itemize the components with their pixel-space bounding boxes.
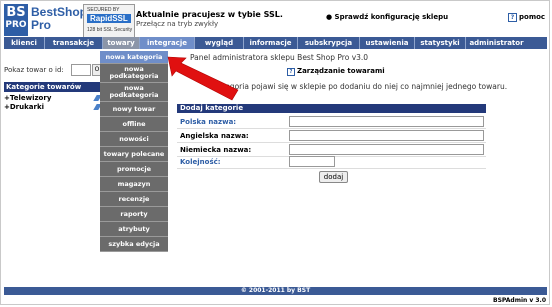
menu-reports[interactable]: raporty xyxy=(100,207,168,222)
version-label: BSPAdmin v 3.0 xyxy=(493,297,546,304)
help-icon: ? xyxy=(287,68,295,76)
bestshop-logo[interactable]: BS PRO BestShop Pro xyxy=(4,4,87,36)
ssl-badge-brand: RapidSSL xyxy=(87,14,131,23)
help-icon: ? xyxy=(508,13,517,22)
logo-mark: BS PRO xyxy=(4,4,28,36)
menu-quick-edit[interactable]: szybka edycja xyxy=(100,237,168,252)
ssl-badge-bits: 128 bit SSL Security xyxy=(87,27,133,33)
help-link[interactable]: ? pomoc xyxy=(508,13,545,22)
nav-transakcje[interactable]: transakcje xyxy=(45,37,103,49)
menu-new-category[interactable]: nowa kategoria xyxy=(100,51,168,64)
nav-informacje[interactable]: informacje xyxy=(244,37,298,49)
menu-promotions[interactable]: promocje xyxy=(100,162,168,177)
product-management-link[interactable]: ? Zarządzanie towarami xyxy=(287,67,385,76)
nav-administrator[interactable]: administrator xyxy=(466,37,527,49)
menu-attributes[interactable]: atrybuty xyxy=(100,222,168,237)
english-name-input[interactable] xyxy=(289,130,484,141)
footer-bar: © 2001-2011 by BST xyxy=(4,287,547,295)
category-item[interactable]: +Drukarki xyxy=(4,103,44,111)
towary-dropdown-menu: nowa kategoria nowa podkategoria nowa po… xyxy=(100,51,168,252)
red-arrow-icon xyxy=(167,56,239,101)
menu-new-product[interactable]: nowy towar xyxy=(100,102,168,117)
logo-mark-top: BS xyxy=(6,5,26,20)
nav-klienci[interactable]: klienci xyxy=(4,37,45,49)
ssl-badge[interactable]: SECURED BY RapidSSL 128 bit SSL Security xyxy=(83,4,135,38)
switch-normal-mode-link[interactable]: Przełącz na tryb zwykły xyxy=(136,20,218,28)
product-id-input[interactable] xyxy=(71,64,91,76)
check-config-label: Sprawdź konfigurację sklepu xyxy=(334,13,449,21)
help-label: pomoc xyxy=(519,13,546,21)
form-row-order: Kolejność: xyxy=(177,155,486,169)
category-item[interactable]: +Telewizory xyxy=(4,94,51,102)
product-management-label: Zarządzanie towarami xyxy=(297,67,385,75)
nav-towary[interactable]: towary xyxy=(103,37,140,49)
menu-featured[interactable]: towary polecane xyxy=(100,147,168,162)
menu-news[interactable]: nowości xyxy=(100,132,168,147)
form-row-english-name: Angielska nazwa: xyxy=(177,129,486,143)
menu-warehouse[interactable]: magazyn xyxy=(100,177,168,192)
category-label: Drukarki xyxy=(9,103,45,111)
check-config-link[interactable]: ● Sprawdź konfigurację sklepu xyxy=(326,13,448,21)
nav-ustawienia[interactable]: ustawienia xyxy=(360,37,415,49)
logo-mark-bottom: PRO xyxy=(5,20,27,30)
nav-integracje[interactable]: integracje xyxy=(140,37,195,49)
nav-statystyki[interactable]: statystyki xyxy=(415,37,466,49)
form-row-polish-name: Polska nazwa: xyxy=(177,115,486,129)
category-label: Telewizory xyxy=(9,94,52,102)
polish-name-label: Polska nazwa: xyxy=(180,118,237,126)
logo-text: BestShop Pro xyxy=(31,6,87,32)
menu-new-subcategory[interactable]: nowa podkategoria xyxy=(100,64,168,83)
nav-subskrypcja[interactable]: subskrypcja xyxy=(298,37,360,49)
ssl-status-text: Aktualnie pracujesz w tybie SSL. xyxy=(136,10,283,19)
nav-wyglad[interactable]: wygląd xyxy=(195,37,244,49)
add-category-form-title: Dodaj kategorie xyxy=(177,104,486,113)
logo-name-line2: Pro xyxy=(31,18,52,32)
menu-reviews[interactable]: recenzje xyxy=(100,192,168,207)
german-name-input[interactable] xyxy=(289,144,484,155)
show-product-label: Pokaz towar o id: xyxy=(4,66,64,74)
order-input[interactable] xyxy=(289,156,335,167)
categories-header: Kategorie towarów xyxy=(4,82,100,92)
main-nav: klienci transakcje towary integracje wyg… xyxy=(4,37,547,49)
english-name-label: Angielska nazwa: xyxy=(180,132,249,140)
menu-offline[interactable]: offline xyxy=(100,117,168,132)
order-label: Kolejność: xyxy=(180,158,221,166)
german-name-label: Niemiecka nazwa: xyxy=(180,146,252,154)
ssl-badge-secured: SECURED BY xyxy=(87,7,120,13)
add-button[interactable]: dodaj xyxy=(319,171,348,183)
polish-name-input[interactable] xyxy=(289,116,484,127)
menu-new-subcategory-2[interactable]: nowa podkategoria xyxy=(100,83,168,102)
